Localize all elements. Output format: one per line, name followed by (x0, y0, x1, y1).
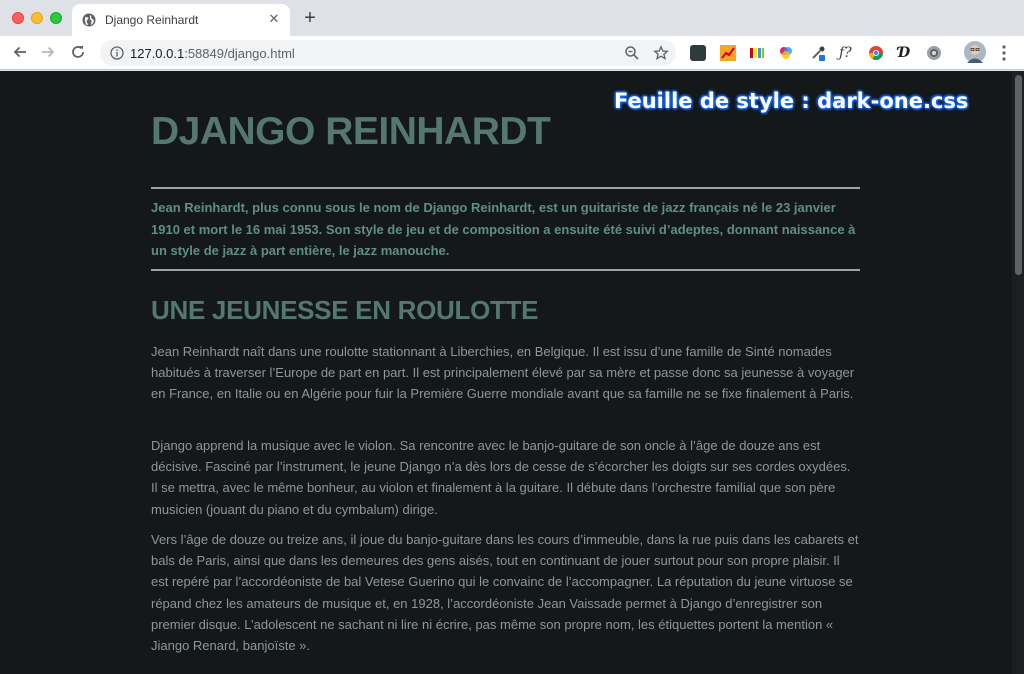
bookmark-star-icon[interactable] (653, 45, 669, 61)
arrow-left-icon (13, 46, 26, 58)
minimize-window-button[interactable] (31, 12, 43, 24)
zoom-icon[interactable] (624, 45, 640, 61)
globe-icon (82, 13, 96, 27)
extension-dark-icon[interactable] (690, 45, 706, 61)
paragraph: Django apprend la musique avec le violon… (151, 438, 851, 517)
tab-strip: Django Reinhardt ✕ + (0, 0, 1024, 36)
tab-title: Django Reinhardt (105, 13, 199, 27)
paragraph: Vers l’âge de douze ou treize ans, il jo… (151, 532, 859, 654)
forward-button[interactable] (36, 40, 60, 64)
extension-gear-icon[interactable] (926, 45, 942, 61)
extension-eyedropper-icon[interactable] (810, 45, 826, 61)
extension-chart-icon[interactable] (720, 45, 736, 61)
address-bar[interactable]: 127.0.0.1:58849/django.html (100, 40, 676, 66)
divider-top (151, 187, 860, 189)
back-button[interactable] (8, 40, 32, 64)
close-window-button[interactable] (12, 12, 24, 24)
more-menu-icon[interactable] (996, 44, 1012, 62)
extension-colors-icon[interactable] (778, 45, 794, 61)
divider-bottom (151, 269, 860, 271)
arrow-right-icon (42, 46, 55, 58)
stylesheet-label: Feuille de style : dark-one.css (614, 89, 969, 113)
url-text: 127.0.0.1:58849/django.html (130, 46, 295, 61)
section-title: UNE JEUNESSE EN ROULOTTE (151, 295, 539, 325)
page-viewport[interactable]: Feuille de style : dark-one.css DJANGO R… (0, 71, 1024, 674)
page-title: DJANGO REINHARDT (151, 110, 551, 153)
profile-avatar[interactable] (964, 41, 986, 63)
url-path: :58849/django.html (184, 46, 295, 61)
reload-icon (72, 46, 84, 58)
scrollbar[interactable] (1012, 71, 1024, 674)
zoom-window-button[interactable] (50, 12, 62, 24)
info-icon[interactable] (110, 46, 124, 60)
extension-d-icon[interactable]: Ɗ (898, 45, 914, 61)
toolbar: 127.0.0.1:58849/django.html ƒ? Ɗ (0, 36, 1024, 70)
intro-text: Jean Reinhardt, plus connu sous le nom d… (151, 200, 856, 258)
extension-chrome-icon[interactable] (868, 45, 884, 61)
extension-function-icon[interactable]: ƒ? (839, 45, 855, 61)
reload-button[interactable] (66, 40, 90, 64)
close-tab-icon[interactable]: ✕ (266, 11, 282, 27)
new-tab-button[interactable]: + (300, 8, 320, 28)
url-host: 127.0.0.1 (130, 46, 185, 61)
tab-django[interactable]: Django Reinhardt ✕ (72, 4, 290, 36)
scrollbar-thumb[interactable] (1015, 75, 1022, 275)
extension-palette-icon[interactable] (749, 45, 765, 61)
paragraph: Jean Reinhardt naît dans une roulotte st… (151, 344, 855, 402)
